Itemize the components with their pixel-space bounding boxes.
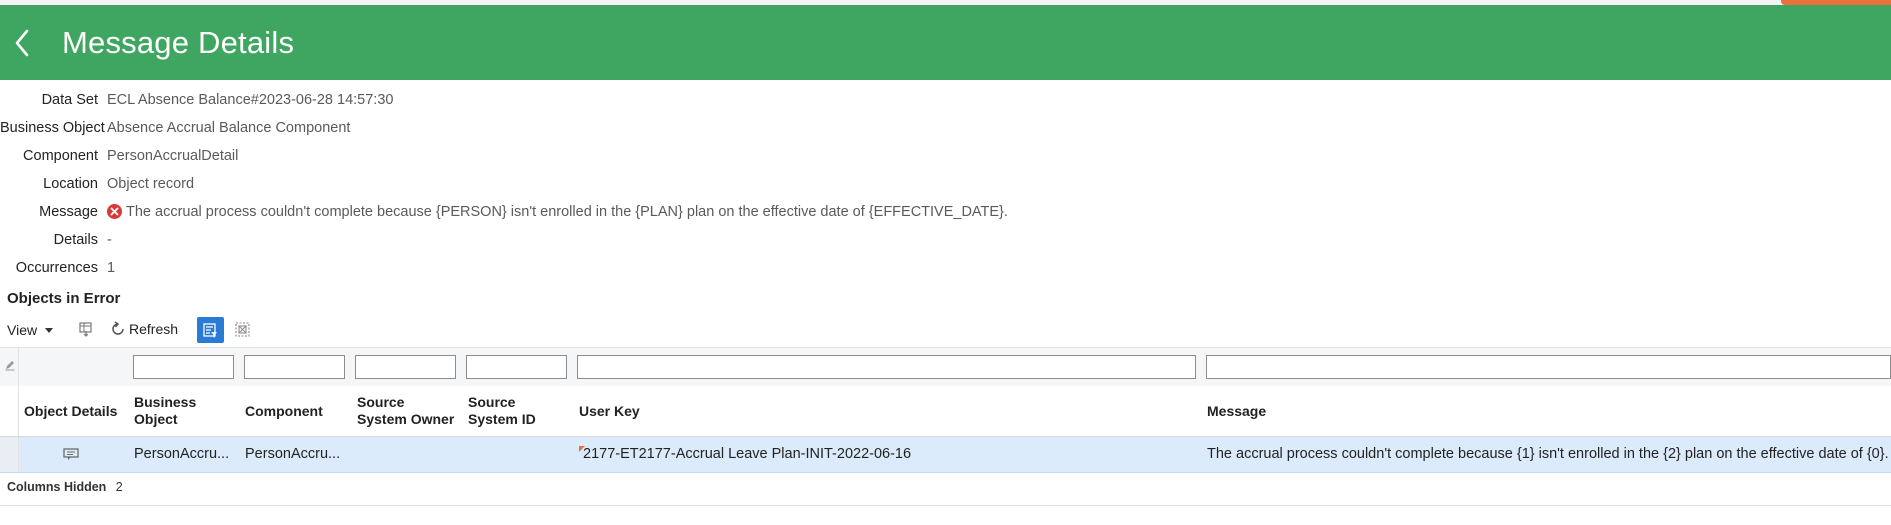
error-circle-icon [107,203,122,219]
table-header-row: Object Details Business Object Component… [0,386,1891,437]
columns-hidden-label: Columns Hidden [7,480,107,494]
chevron-left-icon [15,29,29,56]
filter-message[interactable] [1206,355,1891,379]
freeze-button[interactable] [234,321,251,341]
filter-source-system-owner[interactable] [355,355,456,379]
detail-value: ECL Absence Balance#2023-06-28 14:57:30 [107,92,394,108]
cell-user-key: 2177-ET2177-Accrual Leave Plan-INIT-2022… [579,446,911,462]
col-header-line: System ID [468,411,536,427]
back-button[interactable] [8,23,36,63]
col-header-source-system-id[interactable]: Source System ID [468,394,536,428]
query-by-example-icon [203,322,217,338]
detail-value: Object record [107,176,195,192]
detail-label: Occurrences [15,260,98,276]
page-header: Message Details [0,5,1891,80]
cell-business-object: PersonAccru... [134,446,230,462]
refresh-button[interactable]: Refresh [110,321,178,337]
row-selector-header-cell [0,386,19,436]
detail-value-message: The accrual process couldn't complete be… [107,203,1008,220]
view-menu-button[interactable]: View [7,322,56,338]
detail-label: Business Object [0,120,105,136]
table-row[interactable]: PersonAccru... PersonAccru... 2177-ET217… [0,437,1891,473]
col-header-component[interactable]: Component [245,403,323,420]
detail-value: Absence Accrual Balance Component [107,120,351,136]
col-header-object-details[interactable]: Object Details [24,403,117,420]
refresh-label: Refresh [129,321,179,337]
col-header-line: Source [357,394,405,410]
col-header-source-system-owner[interactable]: Source System Owner [357,394,454,428]
section-title: Objects in Error [7,290,121,307]
filter-user-key[interactable] [577,355,1196,379]
detach-button[interactable] [78,321,94,340]
message-text: The accrual process couldn't complete be… [126,204,1008,220]
filter-source-system-id[interactable] [466,355,567,379]
detail-label: Location [43,176,98,192]
detail-label: Component [23,148,98,164]
columns-hidden-status: Columns Hidden 2 [7,480,123,494]
divider [0,505,1891,506]
columns-hidden-value: 2 [115,480,123,494]
freeze-columns-icon [235,322,250,337]
refresh-icon [112,321,124,335]
col-header-line: Source [468,394,516,410]
filter-component[interactable] [244,355,345,379]
col-header-business-object[interactable]: Business Object [134,394,196,428]
detail-value: - [107,232,112,248]
row-selector-cell[interactable] [0,437,19,472]
col-header-line: Business [134,394,197,410]
col-header-user-key[interactable]: User Key [579,403,640,420]
cell-component: PersonAccru... [245,446,341,462]
table-toolbar: View Refresh [0,317,400,343]
filter-row [0,347,1891,387]
col-header-message[interactable]: Message [1207,403,1266,420]
filter-business-object[interactable] [133,355,234,379]
col-header-line: Object [134,411,178,427]
detach-table-icon [79,322,92,337]
detail-label: Data Set [41,92,98,108]
pencil-icon [5,361,15,371]
caret-down-icon [45,328,54,333]
object-details-icon [63,448,79,460]
view-label: View [7,322,38,338]
row-selector-header [0,348,19,386]
user-key-text: 2177-ET2177-Accrual Leave Plan-INIT-2022… [583,446,912,462]
detail-value: PersonAccrualDetail [107,148,239,164]
cell-message: The accrual process couldn't complete be… [1207,446,1889,462]
detail-label: Message [39,204,98,220]
object-details-link[interactable] [63,447,79,466]
col-header-line: System Owner [357,411,455,427]
query-by-example-button[interactable] [197,317,224,343]
detail-label: Details [53,232,98,248]
detail-value: 1 [107,260,116,276]
page-title: Message Details [62,24,295,60]
